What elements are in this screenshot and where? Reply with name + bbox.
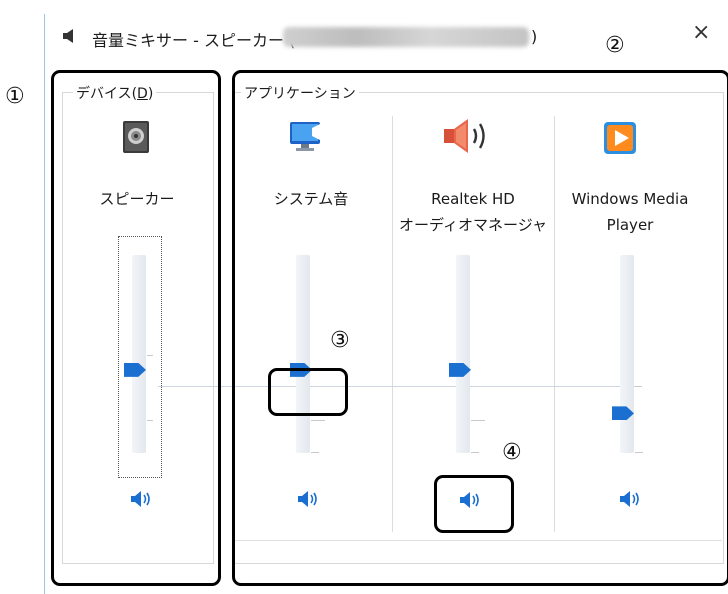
callout-number-4: ④ [502, 440, 522, 465]
callout-1-device-box [51, 70, 221, 586]
callout-3-slider-box [268, 368, 348, 416]
callout-4-mute-box [434, 475, 514, 533]
speaker-title-icon [63, 29, 73, 43]
window-title-suffix: ) [531, 27, 538, 46]
callout-number-2: ② [605, 33, 625, 58]
callout-number-1: ① [5, 84, 25, 109]
title-device-blurred [283, 27, 529, 47]
window-title: 音量ミキサー - スピーカー ( [92, 31, 296, 50]
callout-number-3: ③ [330, 328, 350, 353]
close-button[interactable]: × [692, 22, 710, 44]
